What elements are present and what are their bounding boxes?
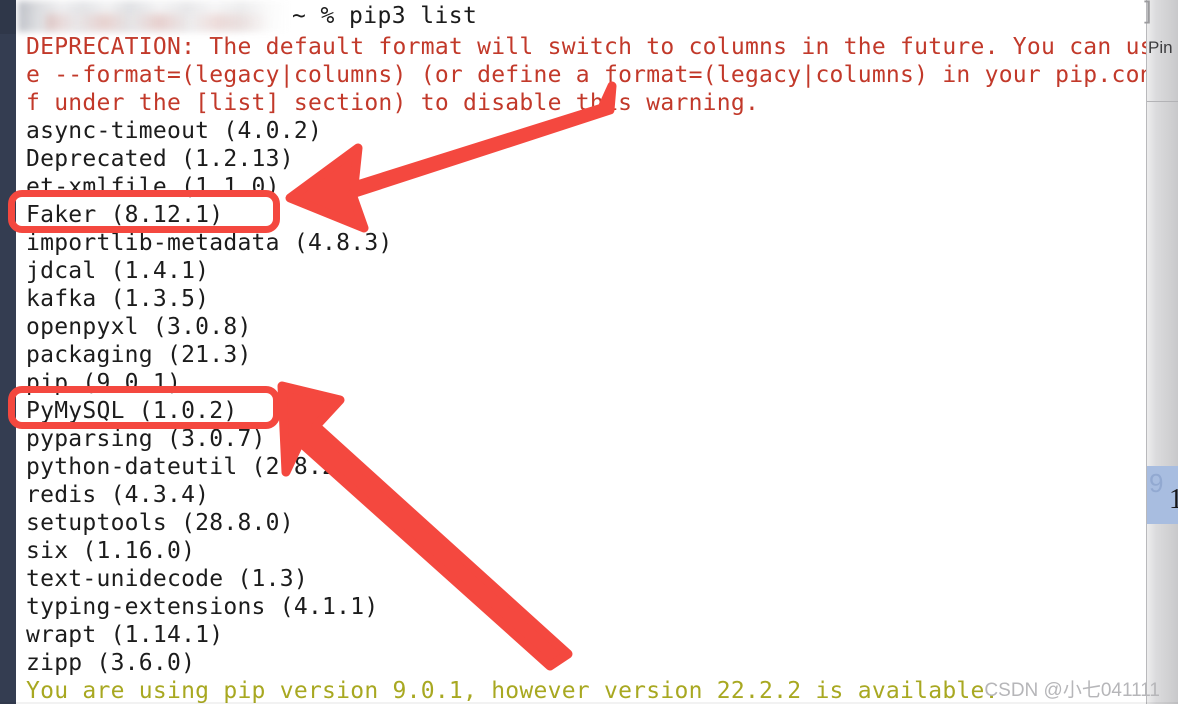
deprecation-line-3: f under the [list] section) to disable t… — [26, 90, 760, 116]
package-line: redis (4.3.4) — [26, 482, 210, 508]
package-line: zipp (3.6.0) — [26, 650, 196, 676]
package-line: typing-extensions (4.1.1) — [26, 594, 379, 620]
deprecation-line-1: DEPRECATION: The default format will swi… — [26, 34, 1154, 60]
package-line: packaging (21.3) — [26, 342, 252, 368]
right-side-panel[interactable]: Pin 9 1 — [1146, 0, 1178, 704]
panel-selection-digit: 1 — [1169, 484, 1178, 515]
package-line: Deprecated (1.2.13) — [26, 146, 294, 172]
csdn-watermark: CSDN @小七041111 — [984, 680, 1160, 701]
package-line: wrapt (1.14.1) — [26, 622, 224, 648]
package-line: text-unidecode (1.3) — [26, 566, 308, 592]
package-line: importlib-metadata (4.8.3) — [26, 230, 393, 256]
package-line: async-timeout (4.0.2) — [26, 118, 323, 144]
window-edge-strip-top — [0, 0, 16, 34]
package-line-pymysql: PyMySQL (1.0.2) — [26, 398, 238, 424]
screenshot-root: ~ % pip3 list DEPRECATION: The default f… — [0, 0, 1178, 704]
package-line: kafka (1.3.5) — [26, 286, 210, 312]
redacted-hostname-blur-overlay — [46, 14, 271, 31]
pin-label[interactable]: Pin — [1148, 38, 1173, 58]
stray-bracket-glyph: ] — [1140, 0, 1156, 27]
package-line: six (1.16.0) — [26, 538, 196, 564]
package-line: python-dateutil (2.8.2) — [26, 454, 351, 480]
panel-selection-ghost-digit: 9 — [1149, 468, 1164, 498]
terminal-prompt-row: ~ % pip3 list — [16, 0, 1146, 33]
package-line: jdcal (1.4.1) — [26, 258, 210, 284]
panel-sheen — [1147, 0, 1178, 704]
pip-upgrade-notice: You are using pip version 9.0.1, however… — [26, 678, 999, 704]
panel-divider — [1147, 101, 1178, 102]
package-line: openpyxl (3.0.8) — [26, 314, 252, 340]
terminal-window[interactable]: ~ % pip3 list DEPRECATION: The default f… — [16, 0, 1154, 704]
prompt-command: ~ % pip3 list — [292, 3, 478, 29]
package-line: pip (9.0.1) — [26, 370, 182, 396]
package-line: setuptools (28.8.0) — [26, 510, 294, 536]
deprecation-line-2: e --format=(legacy|columns) (or define a… — [26, 62, 1154, 88]
package-line: pyparsing (3.0.7) — [26, 426, 266, 452]
package-line: et-xmlfile (1.1.0) — [26, 174, 280, 200]
package-line-faker: Faker (8.12.1) — [26, 202, 224, 228]
window-edge-strip — [0, 0, 16, 704]
